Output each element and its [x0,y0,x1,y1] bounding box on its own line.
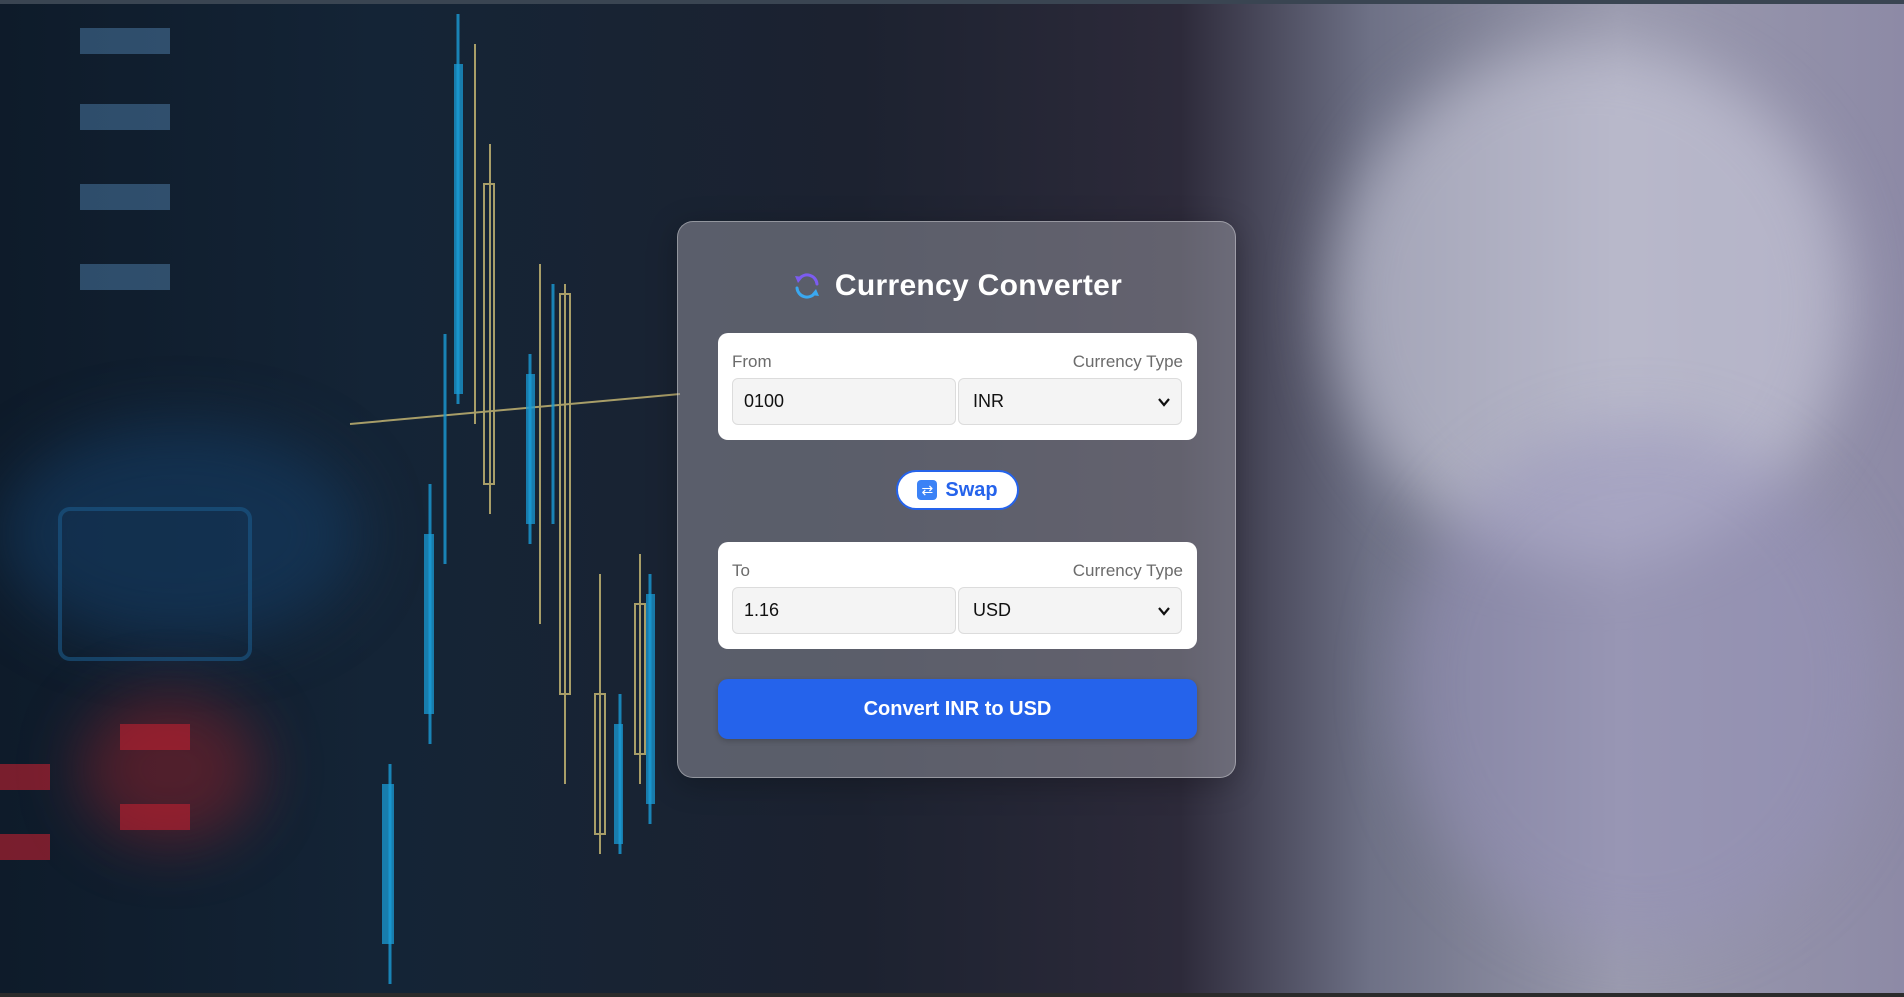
convert-button[interactable]: Convert INR to USD [718,679,1197,739]
from-section: From Currency Type 0100 INR [718,333,1197,440]
title-row: Currency Converter [678,266,1235,306]
from-currency-type-label: Currency Type [1072,352,1183,371]
window-bottom-border [0,993,1904,997]
to-currency-select[interactable]: USD [958,587,1182,634]
chevron-down-icon [1158,607,1170,616]
to-amount-input[interactable]: 1.16 [732,587,956,634]
converter-card: Currency Converter From Currency Type 01… [677,221,1236,778]
from-currency-value: INR [973,391,1004,411]
swap-button[interactable]: ⇄ Swap [896,470,1019,510]
to-currency-type-label: Currency Type [1072,561,1183,580]
to-currency-value: USD [973,600,1012,620]
swap-icon: ⇄ [917,480,938,500]
from-currency-select[interactable]: INR [958,378,1182,425]
to-section: To Currency Type 1.16 USD [718,542,1197,649]
page-title: Currency Converter [834,269,1123,302]
from-amount-input[interactable]: 0100 [732,378,956,425]
from-label: From [732,352,772,371]
to-label: To [732,561,750,580]
swap-label: Swap [945,478,998,501]
refresh-arrows-icon [794,273,819,299]
chevron-down-icon [1158,398,1170,407]
